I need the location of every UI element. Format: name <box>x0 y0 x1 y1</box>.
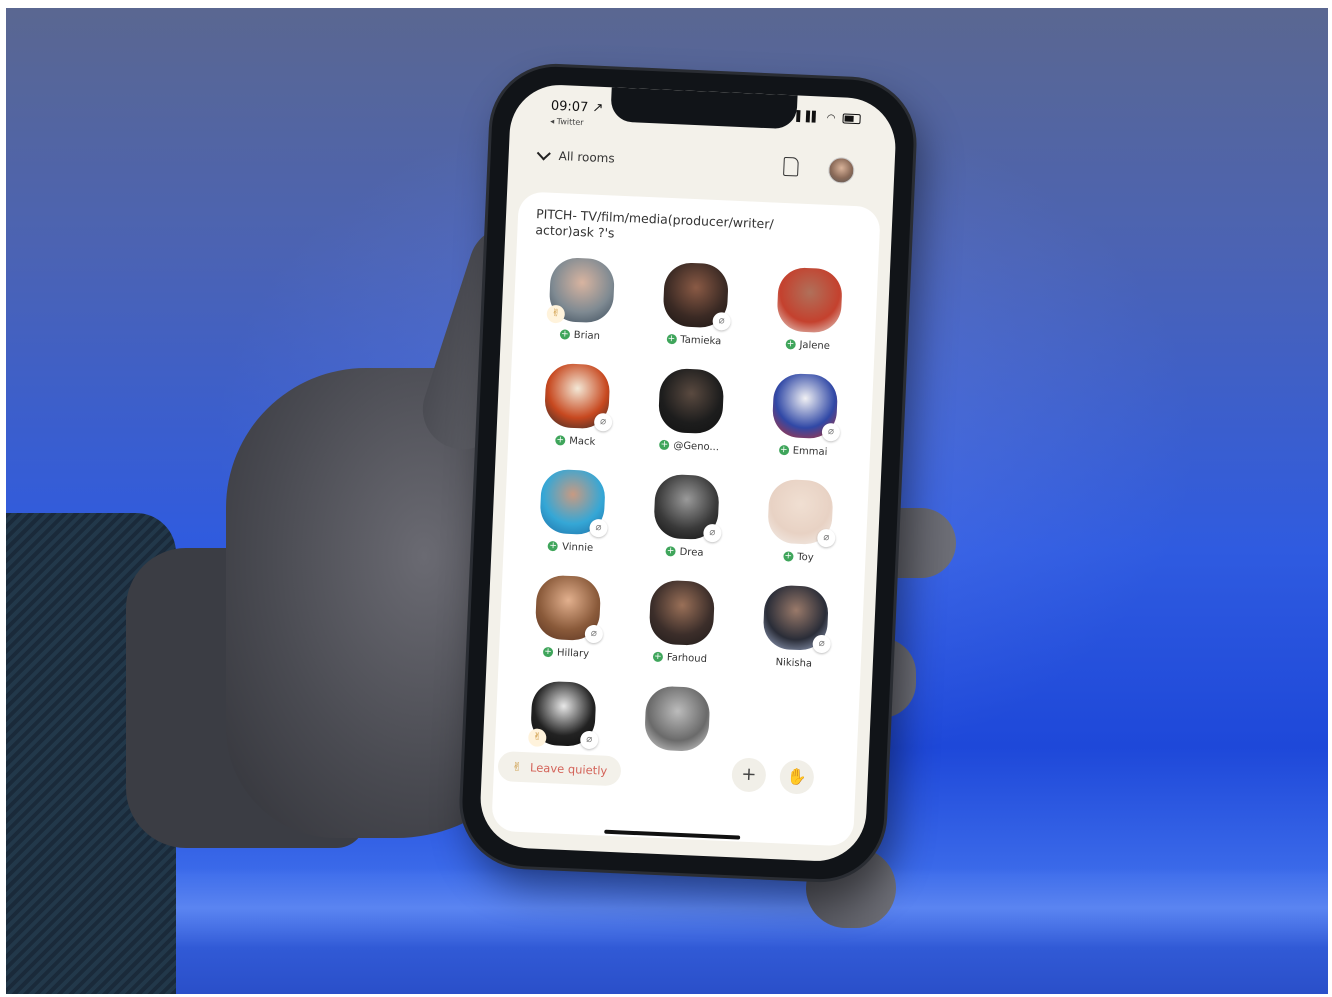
speaker-tile[interactable]: + Farhoud <box>623 578 741 667</box>
speaker-name: Hillary <box>556 646 590 660</box>
speaker-name: Vinnie <box>561 541 594 554</box>
speaker-avatar-wrap: ⌀ <box>539 468 608 538</box>
follow-badge-icon: + <box>778 444 789 456</box>
speaker-tile[interactable]: ⌀ + Drea <box>627 473 745 562</box>
follow-badge-icon: + <box>652 651 664 663</box>
speaker-name: Brian <box>573 329 601 342</box>
room-topbar: All rooms <box>536 144 869 188</box>
speaker-name: Toy <box>796 551 814 564</box>
raise-hand-icon: ✋ <box>786 766 808 787</box>
speaker-grid: ✌ + Brian ⌀ + Tamieka + Jalene ⌀ + Mack + @Geno... ⌀ +… <box>504 256 868 778</box>
chevron-down-icon <box>536 146 551 161</box>
speaker-tile[interactable]: ⌀ + Hillary <box>509 573 627 662</box>
speaker-tile[interactable]: ⌀ + Vinnie <box>513 468 631 557</box>
speaker-name-row: + Tamieka <box>666 332 722 348</box>
speaker-avatar-wrap: ⌀ <box>771 372 841 442</box>
speaker-avatar-wrap: ⌀ <box>762 584 832 654</box>
follow-badge-icon: + <box>666 333 677 345</box>
speaker-name-row: + Hillary <box>542 645 590 661</box>
speaker-name: Jalene <box>799 339 831 352</box>
muted-mic-icon: ⌀ <box>584 624 604 644</box>
speaker-name: Nikisha <box>775 656 813 670</box>
speaker-avatar[interactable] <box>776 266 844 334</box>
muted-mic-icon: ⌀ <box>703 523 722 543</box>
speaker-name-row: + Toy <box>783 549 814 564</box>
document-icon[interactable] <box>783 156 799 177</box>
speaker-avatar-wrap <box>776 266 844 334</box>
profile-avatar[interactable] <box>827 156 855 184</box>
speaker-name: Drea <box>679 546 704 559</box>
speaker-name-row: + @Geno... <box>659 438 719 455</box>
speaker-avatar[interactable] <box>643 685 711 753</box>
follow-badge-icon: + <box>559 329 571 340</box>
speaker-tile[interactable]: ⌀ + Mack <box>518 362 636 451</box>
raised-hand-icon: ✌ <box>546 304 566 324</box>
muted-mic-icon: ⌀ <box>589 518 608 538</box>
speaker-tile[interactable]: ⌀ + Emmai <box>746 372 864 461</box>
speaker-avatar-wrap: ⌀ <box>534 574 604 644</box>
speaker-name: Farhoud <box>666 651 708 665</box>
speaker-tile[interactable]: ⌀ + Toy <box>741 477 859 566</box>
speaker-avatar[interactable] <box>648 579 716 647</box>
raise-hand-button[interactable]: ✋ <box>779 759 815 795</box>
speaker-avatar-wrap: ⌀ <box>653 473 722 543</box>
speaker-name: Tamieka <box>680 334 722 347</box>
speaker-avatar-wrap: ⌀ <box>767 478 836 548</box>
leave-quietly-label: Leave quietly <box>529 760 608 778</box>
speaker-tile[interactable]: + @Geno... <box>632 367 750 456</box>
speaker-avatar-wrap <box>648 579 716 647</box>
speaker-avatar-wrap <box>657 367 725 435</box>
muted-mic-icon: ⌀ <box>812 634 832 654</box>
status-indicators: ▐▐▌ ◠ <box>792 111 861 125</box>
phone-device: 09:07 ↗ ◂ Twitter ▐▐▌ ◠ All rooms PITCH-… <box>459 64 917 882</box>
speaker-avatar-wrap <box>643 685 711 753</box>
speaker-name-row: Nikisha <box>775 655 812 671</box>
follow-badge-icon: + <box>785 339 796 350</box>
follow-badge-icon: + <box>665 546 676 557</box>
speaker-tile[interactable]: ⌀ + Tamieka <box>637 261 755 350</box>
speaker-avatar-wrap: ⌀ <box>543 362 613 432</box>
speaker-name-row: + Drea <box>665 544 704 560</box>
speaker-avatar-wrap: ⌀ ✌ <box>527 680 599 750</box>
follow-badge-icon: + <box>659 439 670 451</box>
muted-mic-icon: ⌀ <box>593 412 613 432</box>
phone-screen: 09:07 ↗ ◂ Twitter ▐▐▌ ◠ All rooms PITCH-… <box>478 82 898 864</box>
room-title: PITCH- TV/film/media(producer/writer/ ac… <box>535 206 774 241</box>
speaker-name: @Geno... <box>673 439 720 453</box>
speaker-tile[interactable]: ✌ + Brian <box>523 256 641 345</box>
photo-frame: 09:07 ↗ ◂ Twitter ▐▐▌ ◠ All rooms PITCH-… <box>0 0 1332 997</box>
follow-badge-icon: + <box>555 435 566 446</box>
speaker-name-row: + Emmai <box>778 443 828 459</box>
speaker-name-row: + Brian <box>559 327 601 343</box>
status-time: 09:07 ↗ <box>550 98 604 116</box>
speaker-avatar[interactable] <box>657 367 725 435</box>
follow-badge-icon: + <box>542 646 554 658</box>
speaker-name-row: + Mack <box>555 433 596 449</box>
follow-badge-icon: + <box>783 551 794 562</box>
phone-notch <box>610 87 798 130</box>
muted-mic-icon: ⌀ <box>821 422 841 442</box>
speaker-avatar-wrap: ✌ <box>546 256 616 324</box>
speaker-name: Mack <box>569 435 596 448</box>
battery-icon <box>842 113 861 125</box>
follow-badge-icon: + <box>547 540 559 552</box>
all-rooms-button[interactable]: All rooms <box>536 146 615 166</box>
signal-wifi-icon: ▐▐▌ ◠ <box>792 111 838 125</box>
speaker-tile[interactable]: + Jalene <box>750 266 868 355</box>
speaker-name-row: + Vinnie <box>547 539 594 555</box>
add-plus-button[interactable]: + <box>731 757 767 793</box>
light-band <box>6 868 1328 948</box>
speaker-avatar-wrap: ⌀ <box>662 261 732 331</box>
all-rooms-label: All rooms <box>558 149 615 166</box>
speaker-name-row: + Jalene <box>785 337 830 353</box>
muted-mic-icon: ⌀ <box>712 311 732 331</box>
back-to-app-link[interactable]: ◂ Twitter <box>550 117 584 127</box>
speaker-name-row: + Farhoud <box>652 650 708 666</box>
leave-quietly-button[interactable]: ✌ Leave quietly <box>497 751 622 787</box>
speaker-tile[interactable]: ⌀ Nikisha <box>737 583 855 672</box>
speaker-name: Emmai <box>792 445 828 458</box>
peace-hand-icon: ✌ <box>511 759 523 775</box>
muted-mic-icon: ⌀ <box>816 528 836 548</box>
